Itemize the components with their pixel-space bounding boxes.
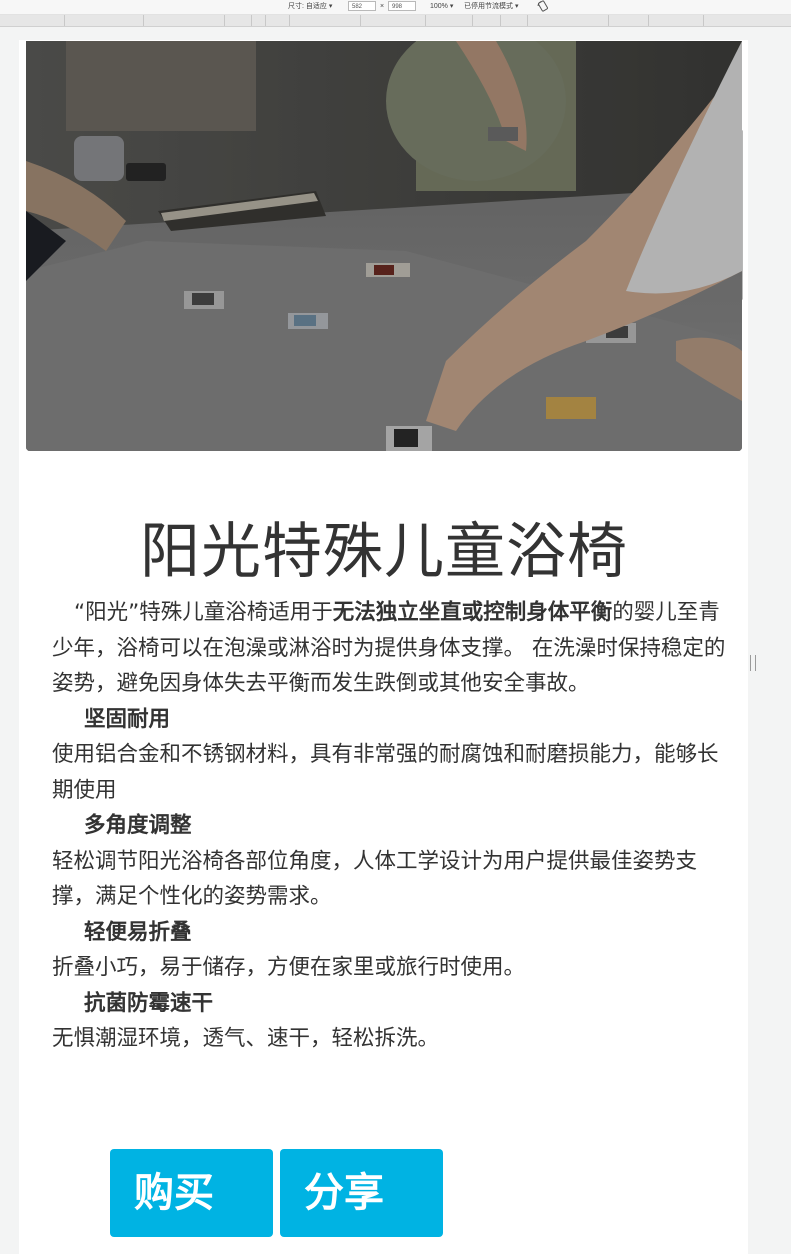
feature-text-durable: 使用铝合金和不锈钢材料，具有非常强的耐腐蚀和耐磨损能力，能够长期使用 [52,742,719,803]
feature-heading-foldable: 轻便易折叠 [84,919,192,945]
size-dropdown[interactable]: 尺寸: 自适应 ▾ [288,2,332,12]
zoom-dropdown[interactable]: 100% ▾ [430,2,453,12]
height-input[interactable]: 998 [388,1,416,11]
feature-heading-antibacterial: 抗菌防霉速干 [84,990,214,1016]
buy-button[interactable]: 购买 [110,1149,273,1237]
product-description: “阳光”特殊儿童浴椅适用于无法独立坐直或控制身体平衡的婴儿至青少年，浴椅可以在泡… [52,595,732,1057]
throttle-dropdown[interactable]: 已停用节流模式 ▾ [464,2,518,12]
intro-paragraph: “阳光”特殊儿童浴椅适用于无法独立坐直或控制身体平衡的婴儿至青少年，浴椅可以在泡… [52,595,732,702]
resize-handle[interactable] [750,655,756,671]
intro-highlight: 无法独立坐直或控制身体平衡 [332,600,613,625]
feature-heading-durable: 坚固耐用 [84,706,171,732]
share-button[interactable]: 分享 [280,1149,443,1237]
product-title: 阳光特殊儿童浴椅 [140,517,628,587]
feature-text-foldable: 折叠小巧，易于储存，方便在家里或旅行时使用。 [52,955,526,980]
feature-text-antibacterial: 无惧潮湿环境，透气、速干，轻松拆洗。 [52,1026,440,1051]
times-sign: × [380,3,385,10]
feature-text-angle: 轻松调节阳光浴椅各部位角度，人体工学设计为用户提供最佳姿势支撑，满足个性化的姿势… [52,848,698,910]
media-query-ruler [0,15,791,27]
intro-pre: “阳光”特殊儿童浴椅适用于 [74,600,333,625]
hero-image [26,41,742,451]
device-toolbar: 尺寸: 自适应 ▾ 582 × 998 100% ▾ 已停用节流模式 ▾ [0,0,791,15]
width-input[interactable]: 582 [348,1,376,11]
feature-heading-angle: 多角度调整 [84,813,192,838]
rotate-icon[interactable] [537,0,549,16]
